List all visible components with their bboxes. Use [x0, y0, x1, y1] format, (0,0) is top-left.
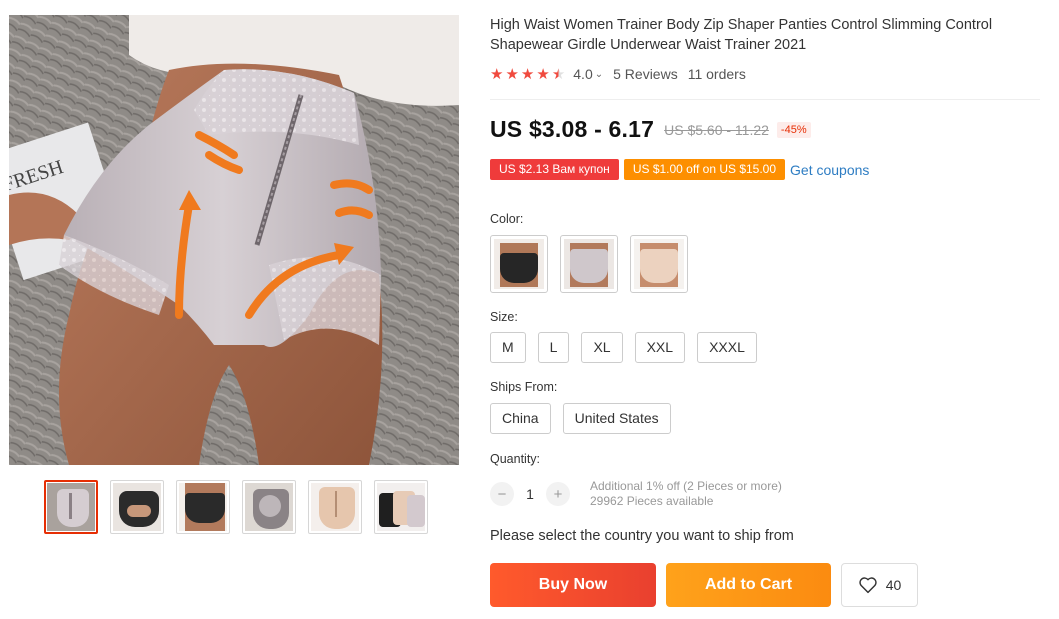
ships-from-label: Ships From: [490, 380, 558, 394]
original-price: US $5.60 - 11.22 [664, 121, 769, 138]
star-icon: ★ [490, 65, 504, 83]
quantity-stepper: − 1 + Additional 1% off (2 Pieces or mor… [490, 479, 782, 509]
size-label: Size: [490, 310, 518, 324]
chevron-down-icon[interactable]: ⌄ [595, 69, 603, 80]
coupon-badge-discount[interactable]: US $1.00 off on US $15.00 [623, 159, 786, 180]
ships-from-options: China United States [490, 403, 671, 434]
price-row: US $3.08 - 6.17 US $5.60 - 11.22 -45% [490, 116, 811, 143]
color-label: Color: [490, 212, 524, 226]
rating-value[interactable]: 4.0 [573, 66, 592, 82]
quantity-decrease-button[interactable]: − [490, 482, 514, 506]
size-option-xxxl[interactable]: XXXL [697, 332, 757, 363]
thumbnail-6[interactable] [374, 480, 428, 534]
star-icon: ★ [536, 65, 550, 83]
ship-country-message: Please select the country you want to sh… [490, 528, 794, 544]
ship-option-china[interactable]: China [490, 403, 551, 434]
color-options [490, 235, 688, 293]
buy-now-button[interactable]: Buy Now [490, 563, 656, 607]
quantity-discount-note: Additional 1% off (2 Pieces or more) [590, 479, 782, 493]
size-options: M L XL XXL XXXL [490, 332, 757, 363]
divider [490, 99, 1040, 100]
quantity-available: 29962 Pieces available [590, 494, 714, 508]
color-option-gray[interactable] [560, 235, 618, 293]
ship-option-united-states[interactable]: United States [562, 403, 671, 434]
size-option-m[interactable]: M [490, 332, 526, 363]
discount-badge: -45% [776, 121, 811, 138]
get-coupons-link[interactable]: Get coupons [790, 162, 869, 178]
star-icon: ★ [520, 65, 535, 83]
reviews-link[interactable]: 5 Reviews [613, 66, 678, 82]
quantity-info: Additional 1% off (2 Pieces or more) 299… [590, 479, 782, 509]
quantity-increase-button[interactable]: + [546, 482, 570, 506]
coupon-row: US $2.13 Вам купон US $1.00 off on US $1… [490, 159, 869, 180]
thumbnail-strip [44, 480, 428, 534]
add-to-cart-button[interactable]: Add to Cart [666, 563, 831, 607]
half-star-icon: ★ [551, 65, 566, 83]
size-option-xl[interactable]: XL [581, 332, 623, 363]
wishlist-count: 40 [885, 577, 902, 593]
quantity-label: Quantity: [490, 452, 541, 466]
coupon-badge-store[interactable]: US $2.13 Вам купон [490, 159, 619, 180]
quantity-input[interactable]: 1 [514, 486, 546, 502]
rating-stars: ★ ★ ★ ★ ★ [490, 67, 565, 82]
orders-count: 11 orders [687, 66, 746, 82]
size-option-l[interactable]: L [537, 332, 570, 363]
thumbnail-3[interactable] [176, 480, 230, 534]
thumbnail-2[interactable] [110, 480, 164, 534]
thumbnail-4[interactable] [242, 480, 296, 534]
thumbnail-5[interactable] [308, 480, 362, 534]
main-product-image[interactable]: FRESH [9, 15, 459, 465]
wishlist-button[interactable]: 40 [841, 563, 918, 607]
size-option-xxl[interactable]: XXL [634, 332, 686, 363]
product-title: High Waist Women Trainer Body Zip Shaper… [490, 17, 993, 53]
thumbnail-1[interactable] [44, 480, 98, 534]
star-icon: ★ [505, 65, 519, 83]
heart-icon [858, 577, 877, 594]
current-price: US $3.08 - 6.17 [490, 116, 655, 142]
color-option-beige[interactable] [630, 235, 688, 293]
color-option-black[interactable] [490, 235, 548, 293]
rating-row: ★ ★ ★ ★ ★ 4.0 ⌄ 5 Reviews 11 orders [490, 64, 746, 84]
